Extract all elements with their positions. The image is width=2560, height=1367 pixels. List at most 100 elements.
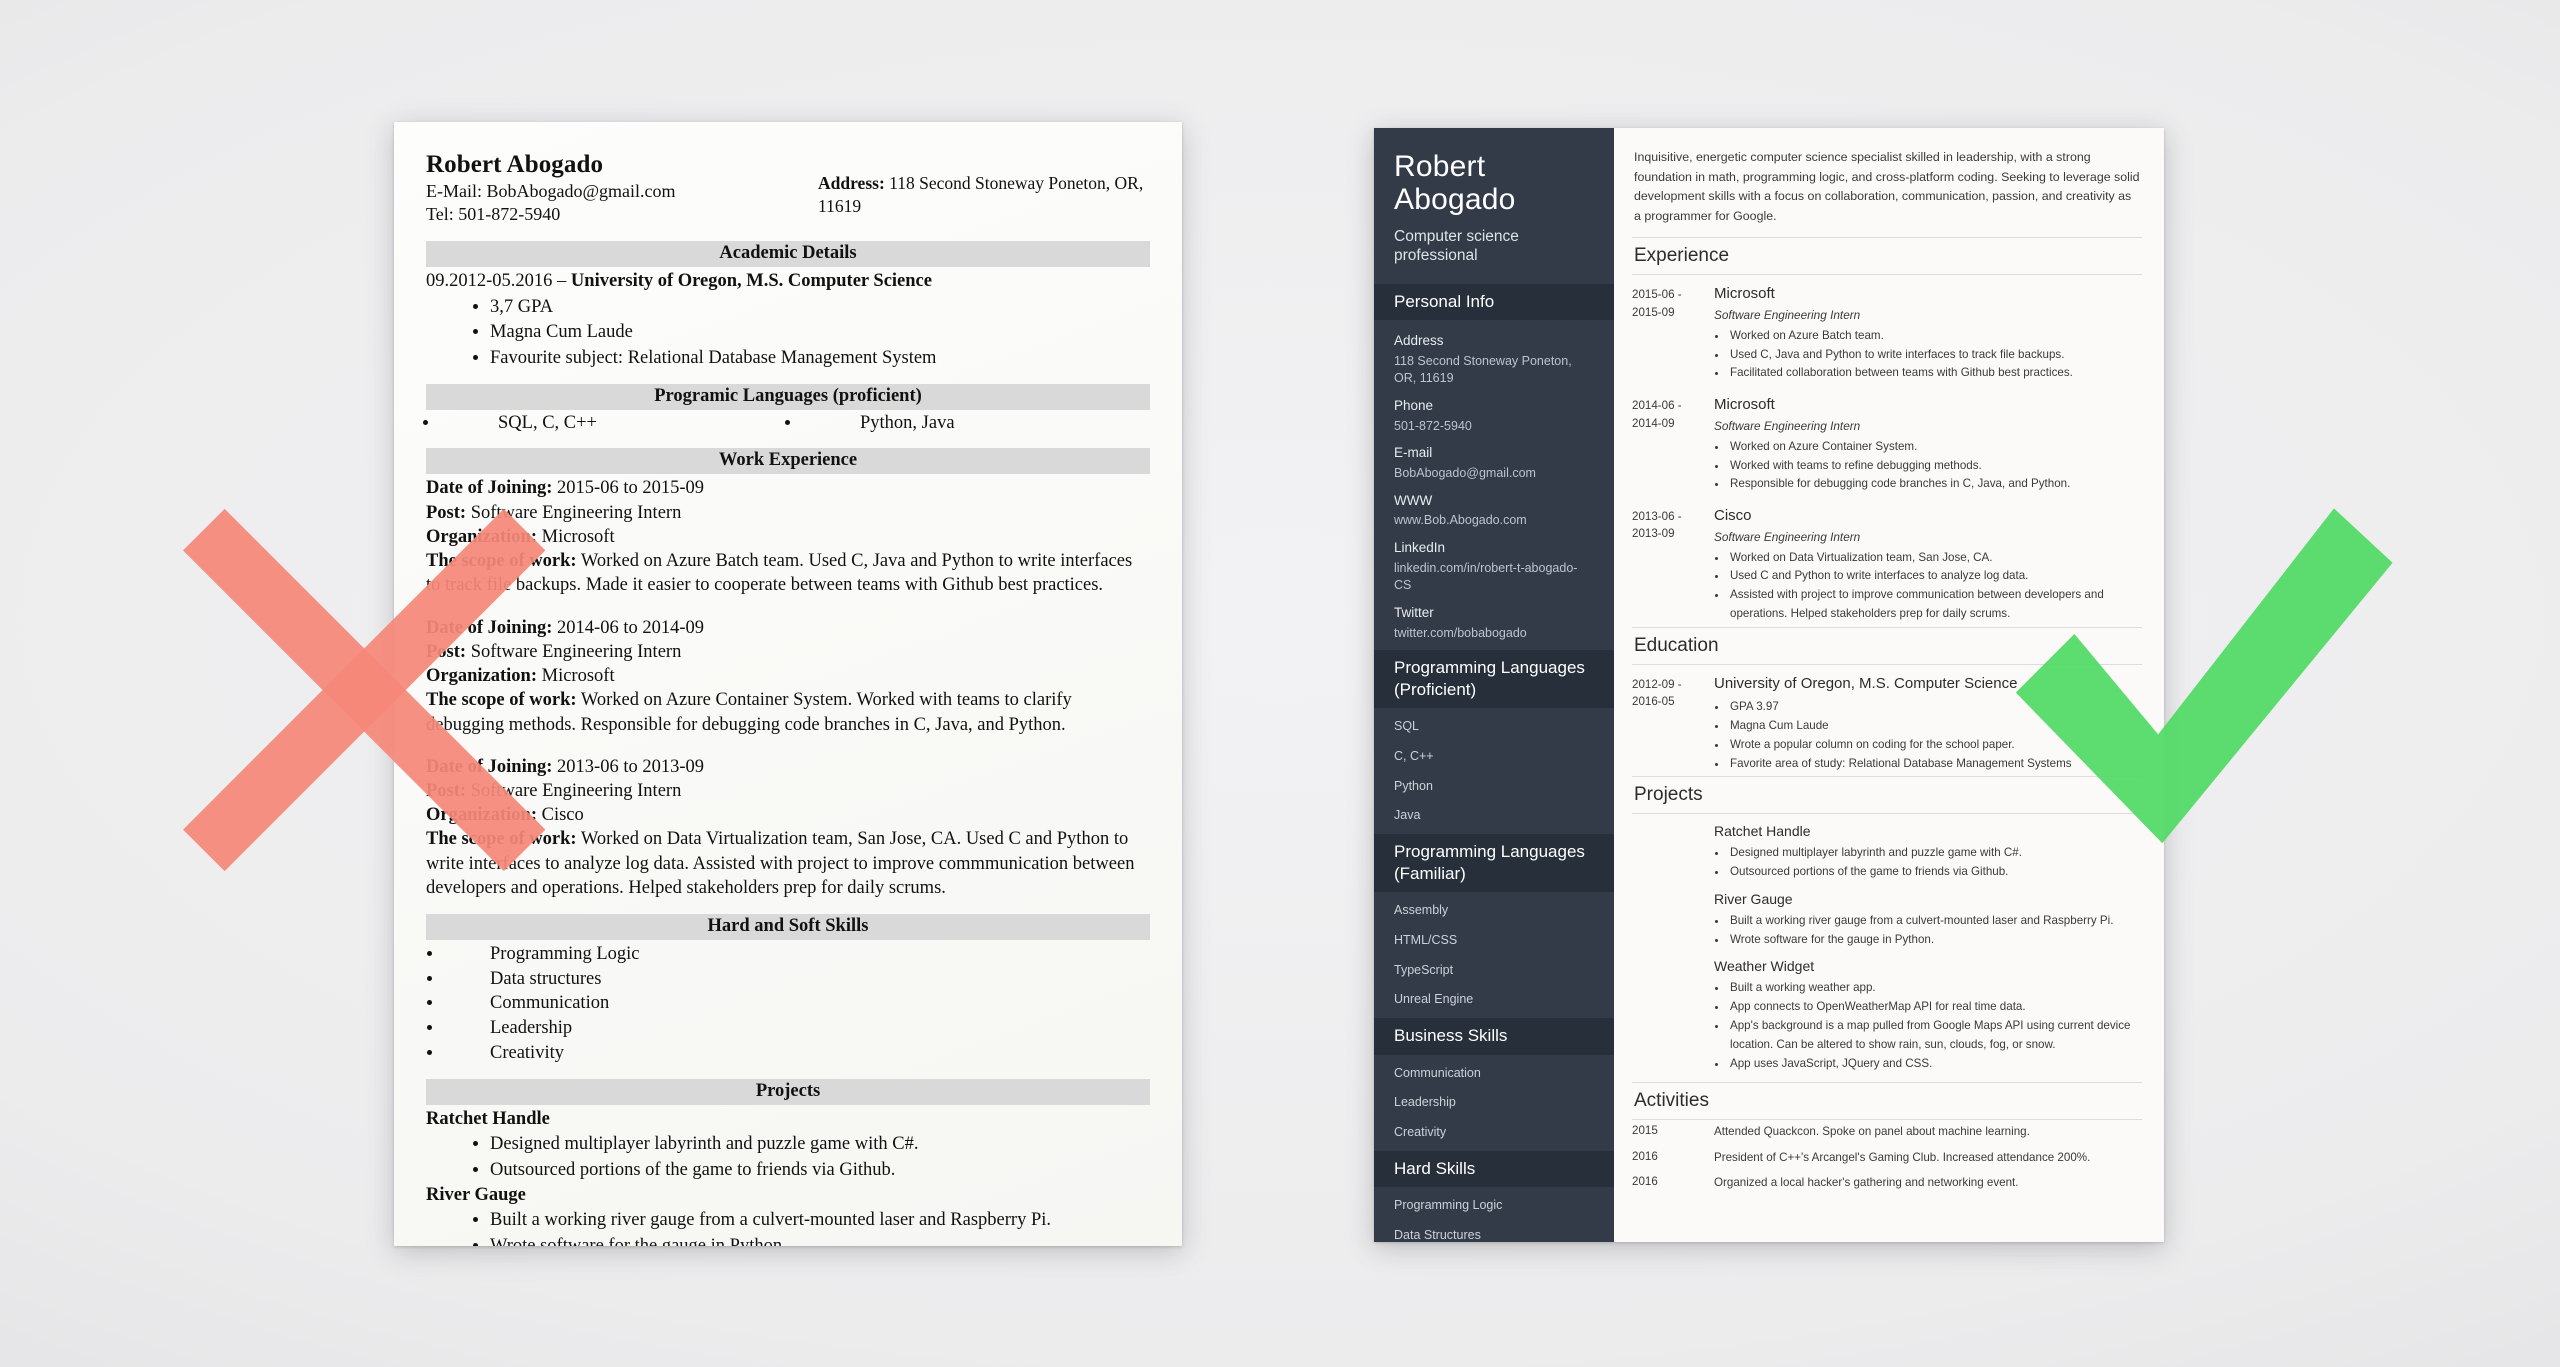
sidebar-name-block: Robert Abogado Computer science professi… <box>1374 128 1614 284</box>
education-entry: 2012-09 - 2016-05 University of Oregon, … <box>1632 665 2142 777</box>
sidebar-hard-skills-list: Programming Logic Data Structures <box>1374 1187 1614 1242</box>
list-item: Outsourced portions of the game to frien… <box>1728 863 2142 882</box>
list-item: Favourite subject: Relational Database M… <box>490 346 1150 371</box>
entry-school: University of Oregon, M.S. Computer Scie… <box>1714 674 2018 692</box>
label-post: Post: <box>426 641 467 662</box>
bad-project-name: River Gauge <box>426 1185 526 1206</box>
field-value-email: BobAbogado@gmail.com <box>1394 465 1536 480</box>
project-name: Weather Widget <box>1714 958 1815 975</box>
list-item: Data Structures <box>1394 1228 1481 1242</box>
bad-academic-dates: 09.2012-05.2016 – <box>426 271 571 292</box>
list-item: Designed multiplayer labyrinth and puzzl… <box>1728 844 2142 863</box>
entry-body: University of Oregon, M.S. Computer Scie… <box>1714 674 2142 774</box>
field-value-address: 118 Second Stoneway Poneton, OR, 11619 <box>1394 353 1572 386</box>
entry-role: Software Engineering Intern <box>1714 418 1861 433</box>
field-label-www: WWW <box>1394 492 1433 508</box>
list-item: GPA 3.97 <box>1728 698 2142 717</box>
label-scope: The scope of work: <box>426 551 577 572</box>
bad-section-work-experience: Work Experience <box>426 448 1150 475</box>
list-item: Data structures <box>444 967 1150 992</box>
experience-entry: 2014-06 - 2014-09 Microsoft Software Eng… <box>1632 386 2142 497</box>
value-date: 2014-06 to 2014-09 <box>557 617 705 638</box>
sidebar-personal-info-fields: Address 118 Second Stoneway Poneton, OR,… <box>1374 320 1614 650</box>
bad-section-academic-details: Academic Details <box>426 241 1150 268</box>
label-scope: The scope of work: <box>426 690 577 711</box>
sidebar-section-hard-skills: Hard Skills <box>1374 1151 1614 1188</box>
good-section-projects: Projects <box>1634 784 1703 806</box>
list-item: Java <box>1394 808 1421 823</box>
list-item: Magna Cum Laude <box>490 320 1150 345</box>
good-resume-job-title: Computer science professional <box>1394 228 1519 264</box>
bad-project-bullets: Built a working river gauge from a culve… <box>490 1208 1150 1246</box>
list-item: Built a working river gauge from a culve… <box>490 1208 1150 1233</box>
bad-job-date: Date of Joining: 2013-06 to 2013-09 <box>426 755 1150 779</box>
bad-job-org: Organization: Cisco <box>426 803 1150 827</box>
list-item: Used C and Python to write interfaces to… <box>1728 567 2142 586</box>
field-label-address: Address <box>1394 333 1444 349</box>
sidebar-languages-familiar-list: Assembly HTML/CSS TypeScript Unreal Engi… <box>1374 892 1614 1019</box>
project-name: Ratchet Handle <box>1714 823 1811 840</box>
activity-text: President of C++'s Arcangel's Gaming Clu… <box>1714 1150 2091 1164</box>
list-item: Magna Cum Laude <box>1728 717 2142 736</box>
field-value-twitter: twitter.com/bobabogado <box>1394 625 1527 640</box>
field-value-www: www.Bob.Abogado.com <box>1394 513 1527 528</box>
list-item: Favorite area of study: Relational Datab… <box>1728 755 2142 774</box>
sidebar-section-languages-familiar: Programming Languages (Familiar) <box>1374 834 1614 892</box>
list-item: C, C++ <box>1394 748 1434 763</box>
good-section-activities: Activities <box>1634 1090 1709 1112</box>
activity-row: 2015 Attended Quackcon. Spoke on panel a… <box>1632 1120 2142 1145</box>
list-item: TypeScript <box>1394 962 1454 977</box>
value-post: Software Engineering Intern <box>470 502 682 523</box>
bad-languages-col2: Python, Java <box>802 413 1150 434</box>
good-resume-sidebar: Robert Abogado Computer science professi… <box>1374 128 1614 1242</box>
entry-organization: Microsoft <box>1714 285 1775 303</box>
entry-bullets: Worked on Azure Batch team. Used C, Java… <box>1728 327 2142 383</box>
field-label-twitter: Twitter <box>1394 605 1434 621</box>
list-item: Communication <box>1394 1065 1481 1080</box>
entry-body: Microsoft Software Engineering Intern Wo… <box>1714 395 2142 494</box>
activity-year: 2015 <box>1632 1124 1658 1138</box>
project-bullets: Designed multiplayer labyrinth and puzzl… <box>1728 844 2142 882</box>
label-date-of-joining: Date of Joining: <box>426 617 553 638</box>
bad-resume-name: Robert Abogado <box>426 151 604 178</box>
field-label-linkedin: LinkedIn <box>1394 540 1446 555</box>
bad-job-entry: Date of Joining: 2013-06 to 2013-09 Post… <box>426 755 1150 900</box>
entry-date: 2015-06 - 2015-09 <box>1632 288 1682 319</box>
entry-date: 2014-06 - 2014-09 <box>1632 399 1682 430</box>
list-item: Programming Logic <box>1394 1198 1503 1213</box>
list-item: Designed multiplayer labyrinth and puzzl… <box>490 1132 1150 1157</box>
project-bullets: Built a working weather app. App connect… <box>1728 979 2142 1073</box>
bad-resume-phone: Tel: 501-872-5940 <box>426 204 561 225</box>
activity-year: 2016 <box>1632 1174 1658 1188</box>
entry-role: Software Engineering Intern <box>1714 307 1861 322</box>
activity-year: 2016 <box>1632 1149 1658 1163</box>
list-item: Worked on Data Virtualization team, San … <box>1728 549 2142 568</box>
sidebar-business-skills-list: Communication Leadership Creativity <box>1374 1055 1614 1152</box>
value-post: Software Engineering Intern <box>470 780 682 801</box>
experience-entry: 2013-06 - 2013-09 Cisco Software Enginee… <box>1632 497 2142 627</box>
list-item: Creativity <box>444 1041 1150 1066</box>
list-item: App connects to OpenWeatherMap API for r… <box>1728 998 2142 1017</box>
entry-date: 2012-09 - 2016-05 <box>1632 677 1682 709</box>
sidebar-section-personal-info: Personal Info <box>1374 283 1614 321</box>
entry-date: 2013-06 - 2013-09 <box>1632 510 1682 541</box>
bad-languages-col1: SQL, C, C++ <box>440 413 788 434</box>
good-resume-name: Robert Abogado <box>1394 150 1516 216</box>
list-item: 3,7 GPA <box>490 295 1150 320</box>
label-post: Post: <box>426 502 467 523</box>
project-bullets: Built a working river gauge from a culve… <box>1728 912 2142 950</box>
label-date-of-joining: Date of Joining: <box>426 478 553 499</box>
list-item: Assisted with project to improve communi… <box>1728 586 2142 624</box>
activity-row: 2016 President of C++'s Arcangel's Gamin… <box>1632 1146 2142 1171</box>
entry-bullets: Worked on Data Virtualization team, San … <box>1728 549 2142 624</box>
project-name: River Gauge <box>1714 890 1793 907</box>
projects-block: Ratchet Handle Designed multiplayer laby… <box>1632 823 2142 1073</box>
label-organization: Organization: <box>426 526 537 547</box>
list-item: Worked with teams to refine debugging me… <box>1728 457 2142 476</box>
bad-resume-document: Robert Abogado E-Mail: BobAbogado@gmail.… <box>394 122 1182 1246</box>
bad-resume-email: E-Mail: BobAbogado@gmail.com <box>426 180 676 201</box>
field-value-phone: 501-872-5940 <box>1394 418 1472 433</box>
list-item: App's background is a map pulled from Go… <box>1728 1017 2142 1055</box>
list-item: Used C, Java and Python to write interfa… <box>1728 346 2142 365</box>
